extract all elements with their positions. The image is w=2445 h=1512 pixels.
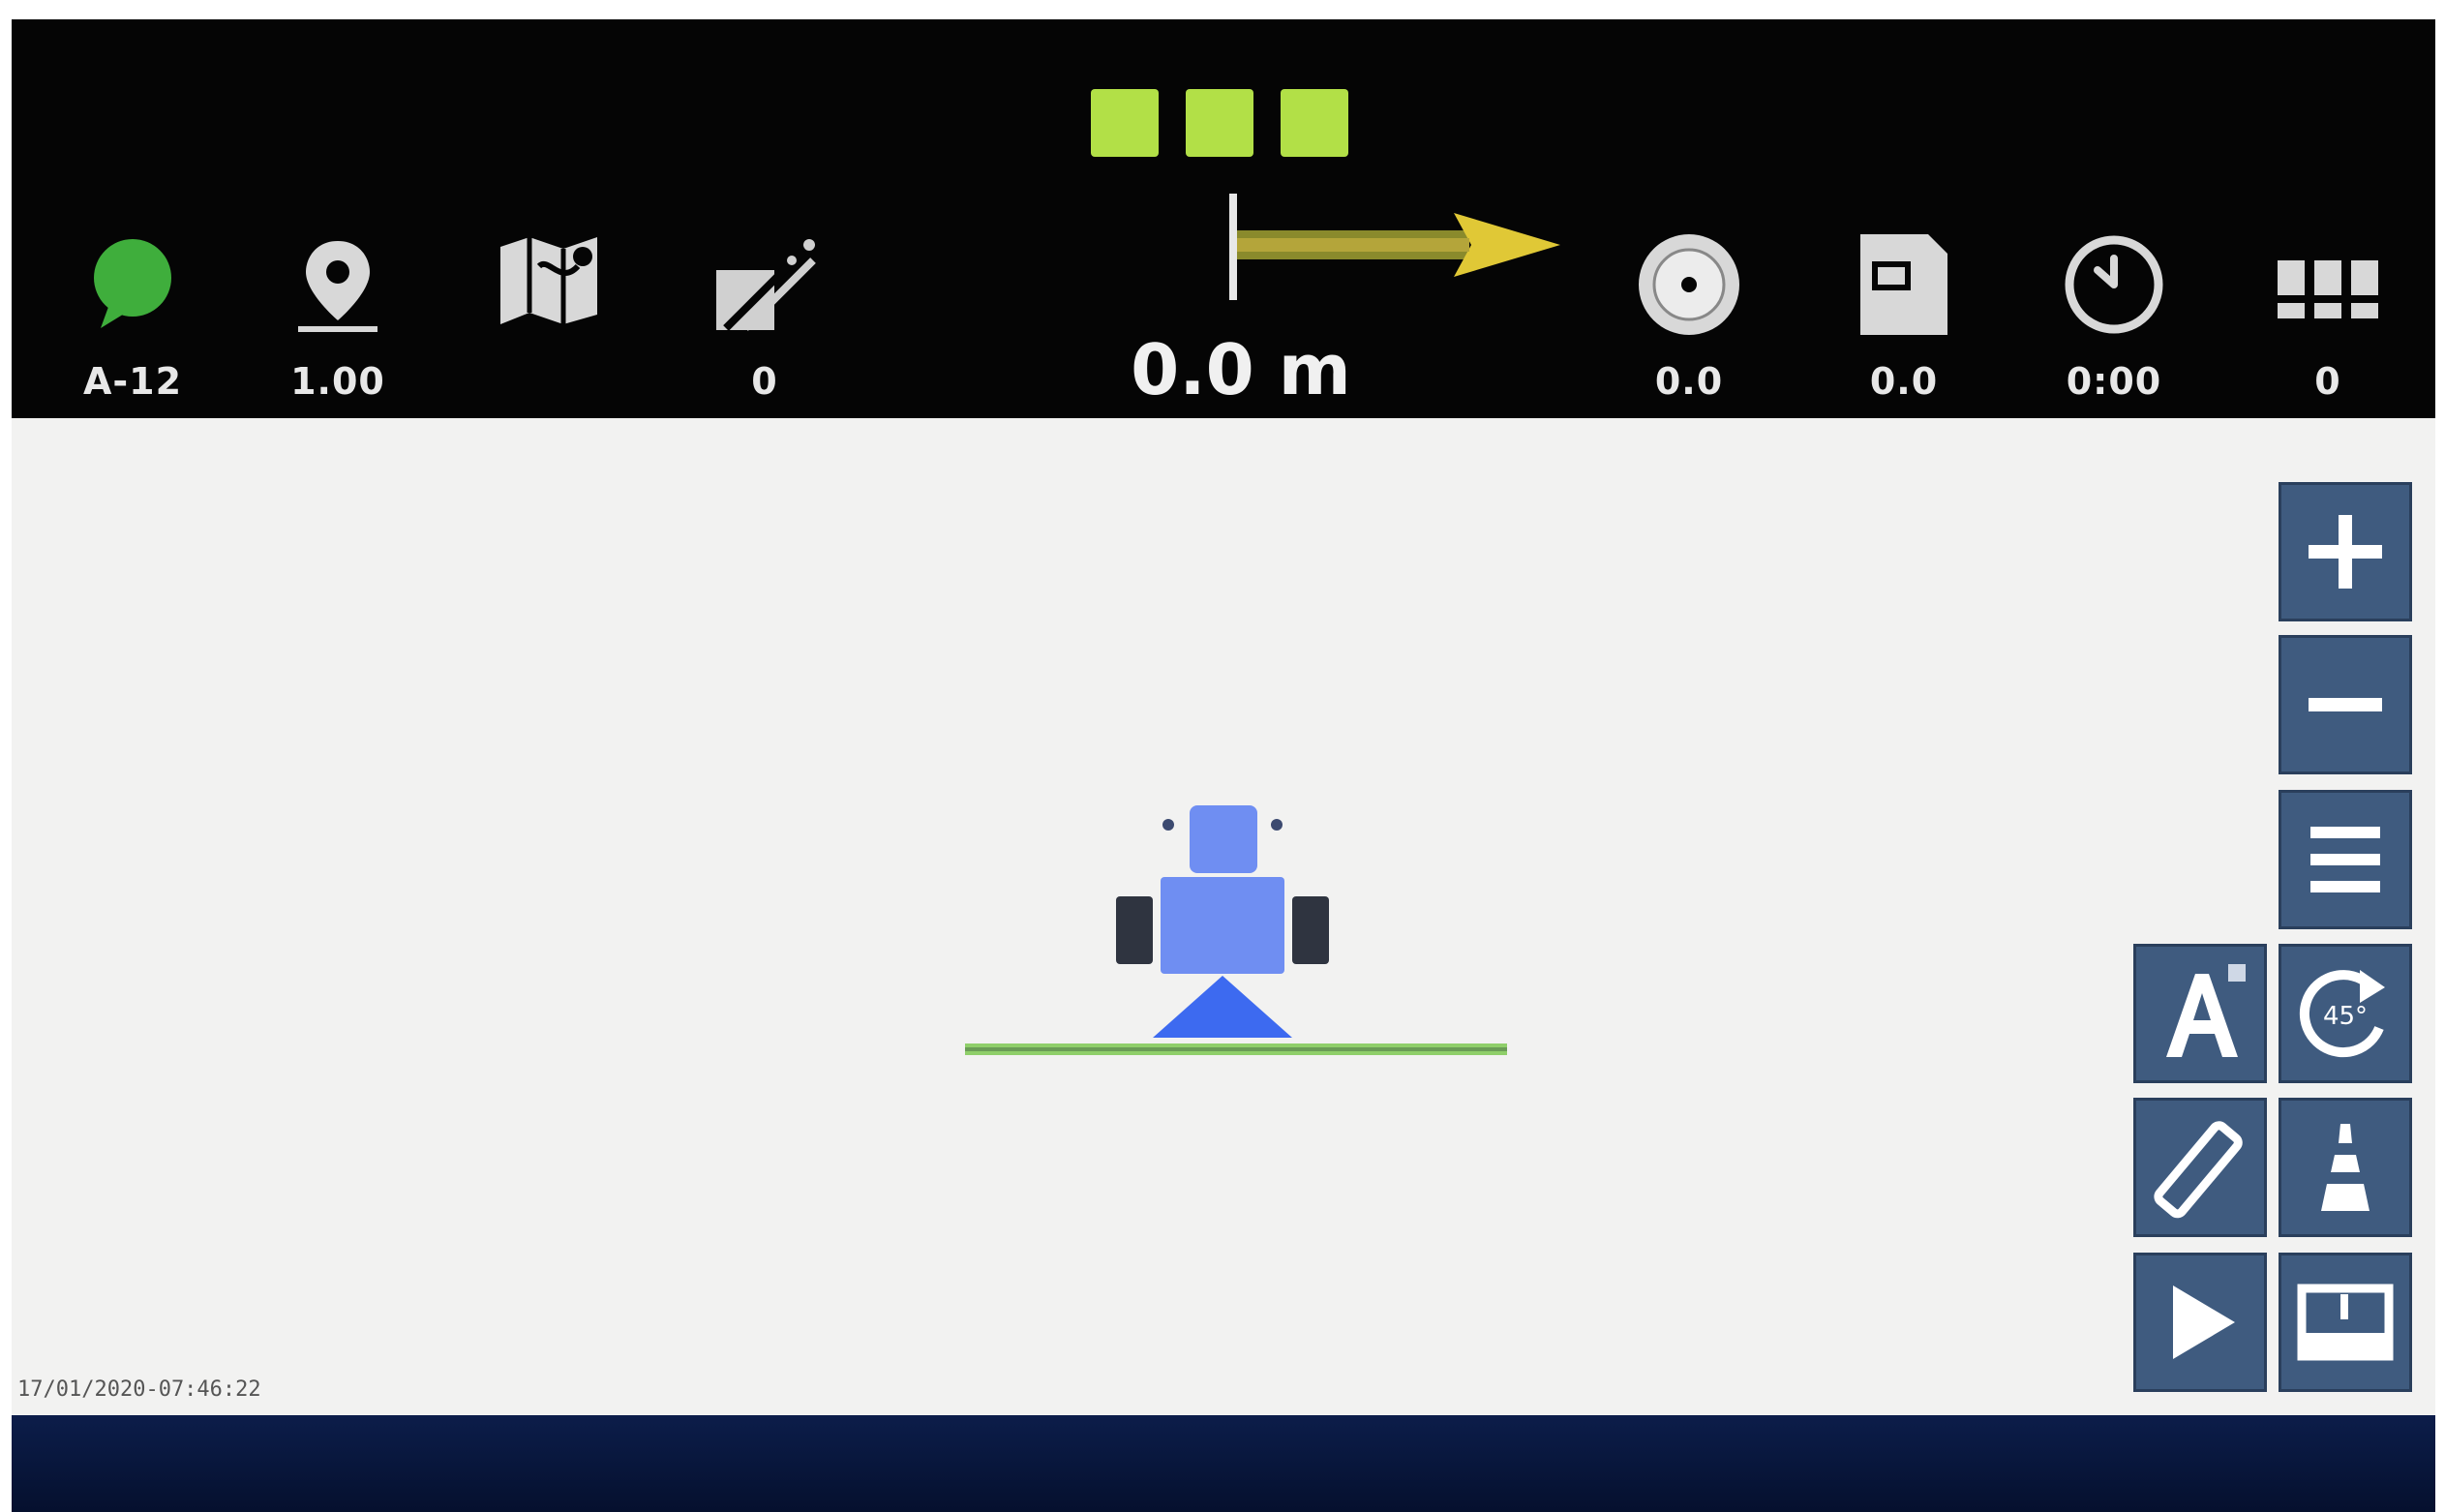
zoom-out-button[interactable] — [2279, 635, 2412, 774]
zoom-in-button[interactable] — [2279, 482, 2412, 621]
lightbar-led-right — [1281, 89, 1348, 157]
position-value: 1.00 — [290, 360, 385, 403]
cross-track-distance: 0.0 m — [1131, 329, 1351, 410]
field-selector[interactable] — [476, 155, 621, 416]
rotate-view-button[interactable]: 45° — [2279, 944, 2412, 1083]
field-map-icon — [491, 223, 607, 339]
menu-button[interactable] — [2279, 790, 2412, 929]
auto-steer-icon — [2166, 964, 2246, 1057]
time-value: 0:00 — [2066, 360, 2162, 403]
guidance-lines-value: 0 — [751, 360, 778, 403]
svg-text:45°: 45° — [2323, 1002, 2368, 1031]
map-timestamp: 17/01/2020-07:46:22 — [17, 1377, 261, 1402]
zoom-in-icon — [2309, 515, 2382, 589]
vehicle-icon — [965, 805, 1507, 1055]
clock-icon — [2056, 227, 2172, 343]
perspective-view-button[interactable] — [2279, 1098, 2412, 1237]
play-icon — [2173, 1285, 2235, 1359]
speedometer-icon — [1631, 227, 1747, 343]
play-button[interactable] — [2133, 1253, 2267, 1392]
zoom-out-icon — [2309, 698, 2382, 711]
sections-icon — [2270, 227, 2386, 343]
guidance-pattern-icon — [2154, 1121, 2243, 1219]
menu-icon — [2310, 827, 2380, 892]
lightbar-led-left — [1091, 89, 1159, 157]
guidance-pattern-button[interactable] — [2133, 1098, 2267, 1237]
speed-value: 0.0 — [1654, 360, 1724, 403]
sections-readout[interactable]: 0 — [2255, 155, 2400, 416]
auto-steer-button[interactable] — [2133, 944, 2267, 1083]
area-readout[interactable]: 0.0 — [1831, 155, 1977, 416]
sections-value: 0 — [2314, 360, 2341, 403]
map-pin-icon — [280, 227, 396, 343]
guidance-lines[interactable]: 0 — [692, 155, 837, 416]
guidance-line-icon — [707, 227, 823, 343]
rotate-view-icon: 45° — [2299, 970, 2385, 1058]
gnss-value: A-12 — [82, 360, 183, 403]
area-document-icon — [1846, 227, 1962, 343]
bottom-bar — [12, 1415, 2435, 1512]
position-accuracy[interactable]: 1.00 — [265, 155, 410, 416]
map-view[interactable]: 17/01/2020-07:46:22 45° — [12, 418, 2435, 1415]
lightbar-led-center — [1186, 89, 1253, 157]
time-readout[interactable]: 0:00 — [2041, 155, 2187, 416]
screen-layout-button[interactable] — [2279, 1253, 2412, 1392]
perspective-view-icon — [2321, 1124, 2370, 1211]
speed-readout[interactable]: 0.0 — [1616, 155, 1762, 416]
screen-layout-icon — [2297, 1284, 2394, 1361]
display-screen: A-12 1.00 0 0.0 m 0.0 0.0 0:00 0 17/01/2… — [12, 19, 2435, 1512]
gnss-status[interactable]: A-12 — [60, 155, 205, 416]
satellite-signal-icon — [75, 227, 191, 343]
area-value: 0.0 — [1869, 360, 1939, 403]
status-bar: A-12 1.00 0 0.0 m 0.0 0.0 0:00 0 — [12, 19, 2435, 418]
lightbar — [1091, 89, 1348, 157]
